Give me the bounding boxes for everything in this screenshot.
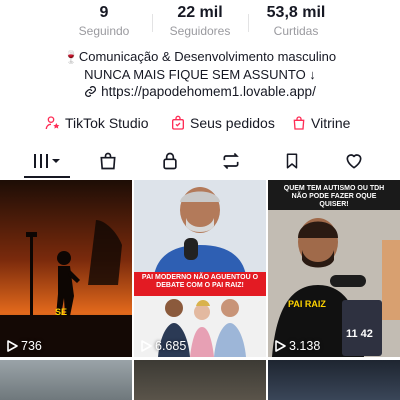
order-bag-icon: [172, 115, 184, 130]
showcase-button[interactable]: Vitrine: [291, 112, 350, 134]
play-icon: [141, 340, 152, 352]
following-count: 9: [99, 4, 109, 21]
view-count-text: 736: [21, 339, 42, 353]
likes-label: Curtidas: [273, 24, 319, 38]
orders-label: Seus pedidos: [190, 115, 275, 131]
video-1-image: [0, 180, 132, 357]
view-count: 6.685: [140, 339, 186, 353]
tab-private[interactable]: [150, 146, 190, 176]
stat-followers[interactable]: 22 mil Seguidores: [150, 4, 250, 40]
repost-icon: [223, 152, 239, 170]
following-label: Seguindo: [78, 24, 130, 38]
view-count-text: 3.138: [289, 339, 321, 353]
shop-bag-icon: [293, 116, 305, 130]
video-caption: SE: [55, 307, 68, 317]
tab-saved[interactable]: [272, 146, 312, 176]
view-count-text: 6.685: [155, 339, 187, 353]
bio-link[interactable]: https://papodehomem1.lovable.app/: [0, 82, 400, 101]
video-2-image: [134, 180, 266, 357]
profile-actions: TikTok Studio Seus pedidos Vitrine: [0, 112, 400, 134]
view-count: 736: [6, 339, 42, 353]
likes-count: 53,8 mil: [266, 4, 326, 21]
bio-line-1: 🍷Comunicação & Desenvolvimento masculino: [0, 47, 400, 67]
bio-text-1: Comunicação & Desenvolvimento masculino: [78, 49, 337, 64]
wine-glass-icon: 🍷: [63, 50, 79, 64]
video-thumbnail[interactable]: QUEM TEM AUTISMO OU TDH NÃO PODE FAZER O…: [268, 180, 400, 357]
lock-icon: [163, 152, 177, 170]
stat-following[interactable]: 9 Seguindo: [54, 4, 154, 40]
person-star-icon: [45, 116, 60, 130]
video-thumbnail[interactable]: [268, 360, 400, 400]
view-count: 3.138: [274, 339, 320, 353]
video-caption: QUEM TEM AUTISMO OU TDH NÃO PODE FAZER O…: [283, 185, 385, 208]
bio-link-text: https://papodehomem1.lovable.app/: [101, 84, 316, 99]
shop-bag-icon: [100, 152, 116, 170]
video-thumbnail[interactable]: PAI MODERNO NÃO AGUENTOU O DEBATE COM O …: [134, 180, 266, 357]
tab-liked[interactable]: [334, 146, 374, 176]
video-thumbnail[interactable]: [0, 360, 132, 400]
orders-button[interactable]: Seus pedidos: [170, 112, 275, 134]
play-icon: [7, 340, 18, 352]
mic-label: 11 42: [346, 328, 373, 340]
tiktok-studio-label: TikTok Studio: [65, 115, 149, 131]
profile-stats: 9 Seguindo 22 mil Seguidores 53,8 mil Cu…: [0, 4, 400, 44]
tab-reposts[interactable]: [211, 146, 251, 176]
bookmark-icon: [286, 153, 298, 169]
play-icon: [275, 340, 286, 352]
video-caption: PAI MODERNO NÃO AGUENTOU O DEBATE COM O …: [141, 274, 259, 289]
followers-count: 22 mil: [177, 4, 223, 21]
active-tab-indicator: [24, 176, 70, 178]
heart-icon: [346, 154, 362, 169]
grid-icon: [34, 154, 60, 168]
tiktok-studio-button[interactable]: TikTok Studio: [45, 112, 149, 134]
followers-label: Seguidores: [169, 24, 231, 38]
stat-likes[interactable]: 53,8 mil Curtidas: [246, 4, 346, 40]
tab-shop[interactable]: [88, 146, 128, 176]
shirt-text: PAI RAIZ: [288, 299, 326, 309]
tab-videos[interactable]: [27, 146, 67, 176]
video-thumbnail[interactable]: SE 736: [0, 180, 132, 357]
video-thumbnail[interactable]: [134, 360, 266, 400]
showcase-label: Vitrine: [311, 115, 351, 131]
video-grid: SE 736 PAI MODERNO NÃO AGUENTOU O DEBATE…: [0, 180, 400, 400]
profile-tabs: [0, 146, 400, 178]
link-icon: [85, 86, 97, 97]
